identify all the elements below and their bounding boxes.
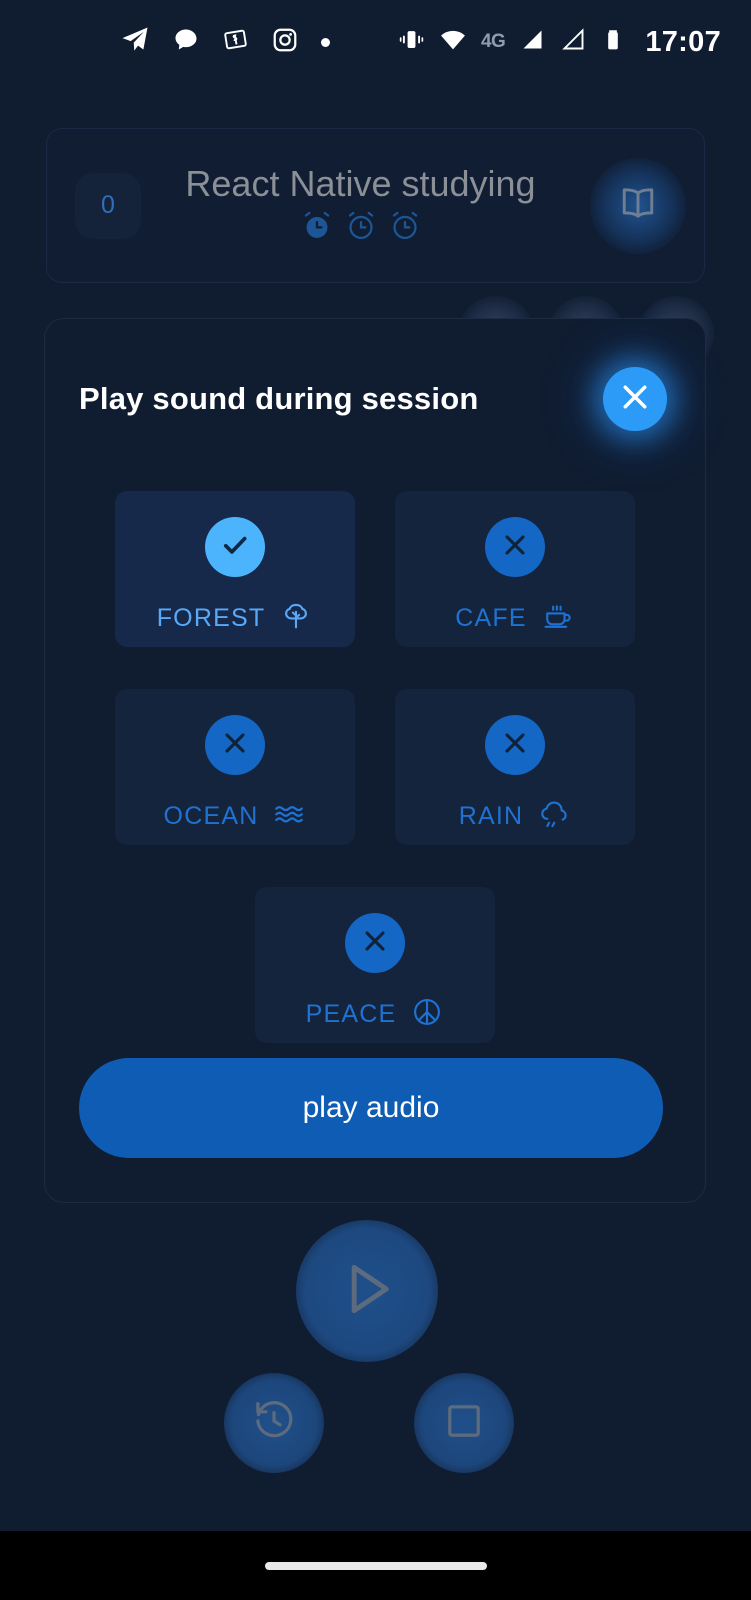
sound-label: CAFE (455, 604, 527, 632)
status-bar-system: 4G 17:07 (398, 26, 721, 59)
waves-icon (272, 797, 306, 836)
play-audio-button[interactable]: play audio (79, 1058, 663, 1158)
modal-close-button[interactable] (603, 367, 667, 431)
status-bar-notifications (120, 25, 330, 60)
sound-card-footer: OCEAN (164, 797, 307, 836)
coffee-cup-icon (541, 599, 575, 638)
close-icon (499, 529, 531, 566)
network-type-label: 4G (480, 31, 506, 52)
close-icon (499, 727, 531, 764)
alarm-clock-filled-icon (300, 209, 334, 248)
system-navigation-bar (0, 1531, 751, 1600)
stop-icon (441, 1398, 487, 1449)
sound-card-cafe[interactable]: CAFE (395, 491, 635, 647)
check-icon (218, 528, 252, 567)
sound-label: PEACE (305, 1000, 397, 1028)
task-card[interactable]: 0 React Native studying (46, 128, 705, 283)
chat-bubble-icon (172, 26, 200, 59)
stop-session-button[interactable] (414, 1373, 514, 1473)
sound-label: OCEAN (163, 802, 259, 830)
sound-card-rain[interactable]: RAIN (395, 689, 635, 845)
status-bar: 4G 17:07 (0, 0, 751, 84)
pomodoro-indicator-row (300, 209, 422, 248)
signal-bars-icon (519, 26, 546, 58)
rain-cloud-icon (537, 797, 571, 836)
task-title: React Native studying (185, 163, 536, 204)
alarm-clock-outline-icon (388, 209, 422, 248)
dot-indicator-icon (321, 37, 330, 47)
vibrate-icon (398, 26, 425, 58)
modal-header: Play sound during session (45, 319, 705, 431)
app-screen: 4G 17:07 0 React Native studying Play so… (0, 0, 751, 1600)
wifi-icon (439, 26, 467, 59)
task-card-center: React Native studying (131, 163, 590, 248)
close-icon (359, 925, 391, 962)
close-icon (219, 727, 251, 764)
sound-card-footer: RAIN (459, 797, 572, 836)
gesture-handle[interactable] (264, 1561, 487, 1570)
sound-state-toggle[interactable] (345, 913, 405, 973)
sound-state-toggle[interactable] (485, 517, 545, 577)
sound-options-grid: FOREST CAFE OCEAN RAIN PEACE (113, 491, 637, 1043)
peace-icon (410, 995, 444, 1034)
close-icon (617, 379, 653, 420)
sound-label: FOREST (156, 604, 266, 632)
alarm-clock-outline-icon (344, 209, 378, 248)
history-icon (251, 1398, 297, 1449)
sound-card-footer: FOREST (157, 599, 314, 638)
sound-selection-modal: Play sound during session FOREST CAFE OC… (44, 318, 706, 1203)
battery-icon (601, 28, 625, 57)
open-notes-button[interactable] (590, 157, 686, 254)
modal-title: Play sound during session (79, 381, 479, 416)
book-icon (616, 181, 660, 230)
sound-state-toggle[interactable] (205, 715, 265, 775)
sound-card-peace[interactable]: PEACE (255, 887, 495, 1043)
sound-card-ocean[interactable]: OCEAN (115, 689, 355, 845)
play-session-button[interactable] (296, 1220, 438, 1362)
signal-empty-icon (560, 26, 587, 58)
instagram-icon (271, 26, 299, 59)
sound-state-toggle[interactable] (485, 715, 545, 775)
sound-state-toggle[interactable] (205, 517, 265, 577)
telegram-icon (120, 25, 150, 60)
sound-label: RAIN (458, 802, 524, 830)
cash-note-icon (222, 26, 249, 58)
tree-icon (279, 599, 313, 638)
play-icon (332, 1254, 402, 1329)
status-bar-clock: 17:07 (645, 25, 721, 58)
sound-card-footer: CAFE (455, 599, 574, 638)
sound-card-forest[interactable]: FOREST (115, 491, 355, 647)
reset-history-button[interactable] (224, 1373, 324, 1473)
sound-card-footer: PEACE (306, 995, 445, 1034)
